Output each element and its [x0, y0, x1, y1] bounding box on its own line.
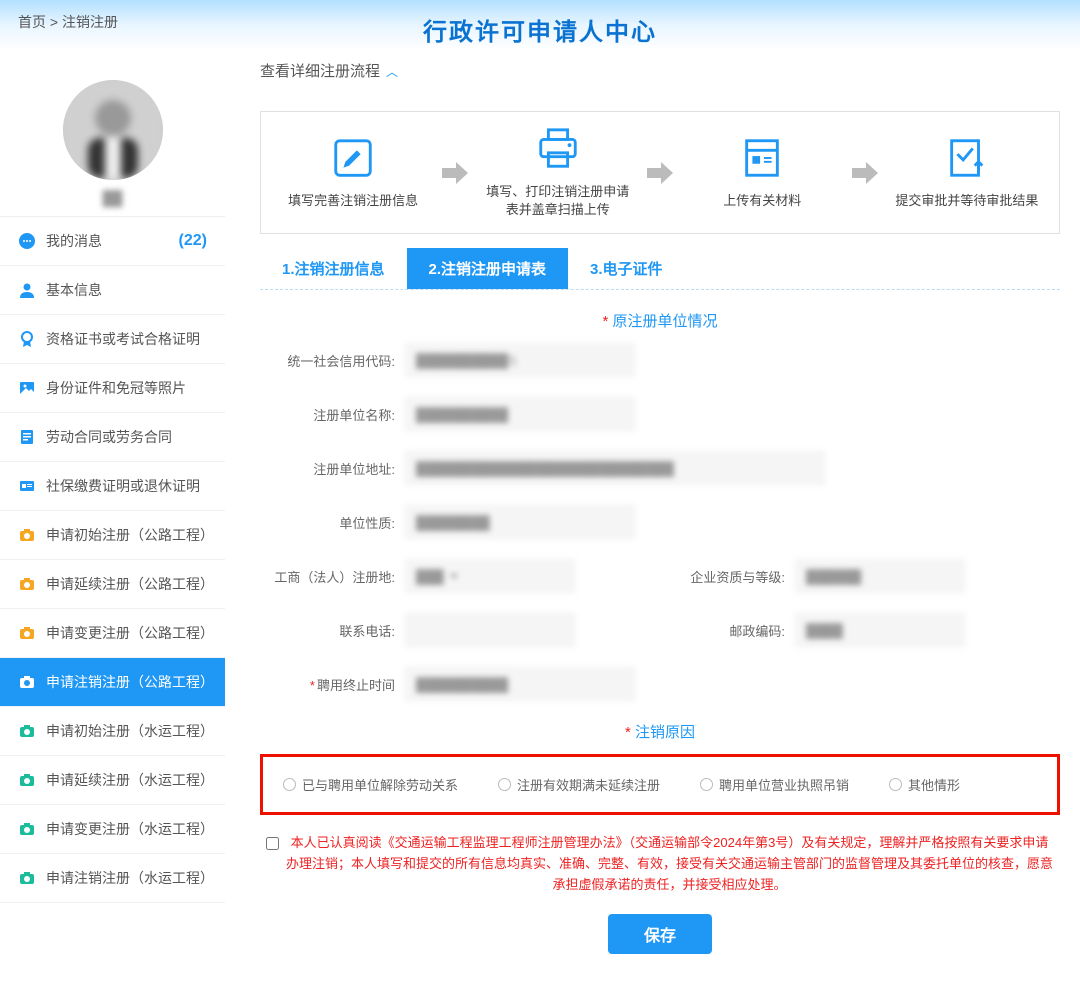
- process-detail-link[interactable]: 查看详细注册流程︿: [260, 60, 1060, 81]
- cam-icon: [18, 673, 36, 691]
- avatar: [63, 80, 163, 180]
- sidebar-item-1[interactable]: 基本信息: [0, 266, 225, 315]
- qualification-field: ██████: [795, 559, 965, 593]
- badge-icon: [18, 330, 36, 348]
- chat-icon: [18, 232, 36, 250]
- sidebar-item-5[interactable]: 社保缴费证明或退休证明: [0, 462, 225, 511]
- camg-icon: [18, 722, 36, 740]
- zip-field[interactable]: ████: [795, 613, 965, 647]
- person-icon: [18, 281, 36, 299]
- arrow-icon: [442, 162, 468, 184]
- reason-option-2[interactable]: 注册有效期满未延续注册: [498, 775, 660, 794]
- section-reason-title: * 注销原因: [260, 721, 1060, 742]
- sidebar-item-11[interactable]: 申请延续注册（水运工程）: [0, 756, 225, 805]
- bizreg-select[interactable]: ███: [405, 559, 575, 593]
- breadcrumb-home[interactable]: 首页: [18, 14, 46, 30]
- breadcrumb-current: 注销注册: [62, 14, 118, 30]
- reason-option-4[interactable]: 其他情形: [889, 775, 960, 794]
- upload-doc-icon: [739, 135, 785, 181]
- reason-option-3[interactable]: 聘用单位营业执照吊销: [700, 775, 849, 794]
- camg-icon: [18, 771, 36, 789]
- arrow-icon: [852, 162, 878, 184]
- page-title: 行政许可申请人中心: [0, 0, 1080, 47]
- sidebar-item-12[interactable]: 申请变更注册（水运工程）: [0, 805, 225, 854]
- process-steps: 填写完善注销注册信息 填写、打印注销注册申请表并盖章扫描上传 上传有关材料 提交…: [260, 111, 1060, 234]
- camg-icon: [18, 869, 36, 887]
- cam-icon: [18, 526, 36, 544]
- nature-field: ████████: [405, 505, 635, 539]
- sidebar-item-2[interactable]: 资格证书或考试合格证明: [0, 315, 225, 364]
- card-icon: [18, 477, 36, 495]
- cam-icon: [18, 624, 36, 642]
- edit-icon: [330, 135, 376, 181]
- chevron-up-icon: ︿: [386, 65, 398, 79]
- consent-text: 本人已认真阅读《交通运输工程监理工程师注册管理办法》（交通运输部令2024年第3…: [285, 833, 1054, 895]
- doc-icon: [18, 428, 36, 446]
- sidebar-item-7[interactable]: 申请延续注册（公路工程）: [0, 560, 225, 609]
- sidebar-item-4[interactable]: 劳动合同或劳务合同: [0, 413, 225, 462]
- camg-icon: [18, 820, 36, 838]
- reason-option-1[interactable]: 已与聘用单位解除劳动关系: [283, 775, 458, 794]
- badge: (22): [179, 232, 207, 250]
- usci-field: ██████████S: [405, 343, 635, 377]
- breadcrumb: 首页 > 注销注册: [0, 0, 136, 44]
- section-unit-title: * 原注册单位情况: [260, 310, 1060, 331]
- tabs: 1.注销注册信息 2.注销注册申请表 3.电子证件: [260, 248, 1060, 290]
- tel-field[interactable]: [405, 613, 575, 647]
- unit-name-field: ██████████: [405, 397, 635, 431]
- sidebar: ██ 我的消息(22)基本信息资格证书或考试合格证明身份证件和免冠等照片劳动合同…: [0, 50, 225, 984]
- print-icon: [535, 126, 581, 172]
- sidebar-item-0[interactable]: 我的消息(22): [0, 217, 225, 266]
- tab-form[interactable]: 2.注销注册申请表: [407, 248, 569, 289]
- consent-row: 本人已认真阅读《交通运输工程监理工程师注册管理办法》（交通运输部令2024年第3…: [260, 833, 1060, 895]
- tab-cert[interactable]: 3.电子证件: [568, 248, 685, 289]
- sidebar-item-10[interactable]: 申请初始注册（水运工程）: [0, 707, 225, 756]
- user-name: ██: [0, 190, 225, 206]
- sidebar-item-3[interactable]: 身份证件和免冠等照片: [0, 364, 225, 413]
- end-date-field[interactable]: ██████████: [405, 667, 635, 701]
- reason-options: 已与聘用单位解除劳动关系 注册有效期满未延续注册 聘用单位营业执照吊销 其他情形: [260, 754, 1060, 815]
- sidebar-item-9[interactable]: 申请注销注册（公路工程）: [0, 658, 225, 707]
- consent-checkbox[interactable]: [266, 837, 279, 850]
- cam-icon: [18, 575, 36, 593]
- main-content: 查看详细注册流程︿ 填写完善注销注册信息 填写、打印注销注册申请表并盖章扫描上传…: [225, 50, 1080, 984]
- arrow-icon: [647, 162, 673, 184]
- sidebar-item-6[interactable]: 申请初始注册（公路工程）: [0, 511, 225, 560]
- sidebar-item-13[interactable]: 申请注销注册（水运工程）: [0, 854, 225, 903]
- address-field: ████████████████████████████: [405, 451, 825, 485]
- photo-icon: [18, 379, 36, 397]
- tab-info[interactable]: 1.注销注册信息: [260, 248, 407, 289]
- submit-icon: [944, 135, 990, 181]
- sidebar-item-8[interactable]: 申请变更注册（公路工程）: [0, 609, 225, 658]
